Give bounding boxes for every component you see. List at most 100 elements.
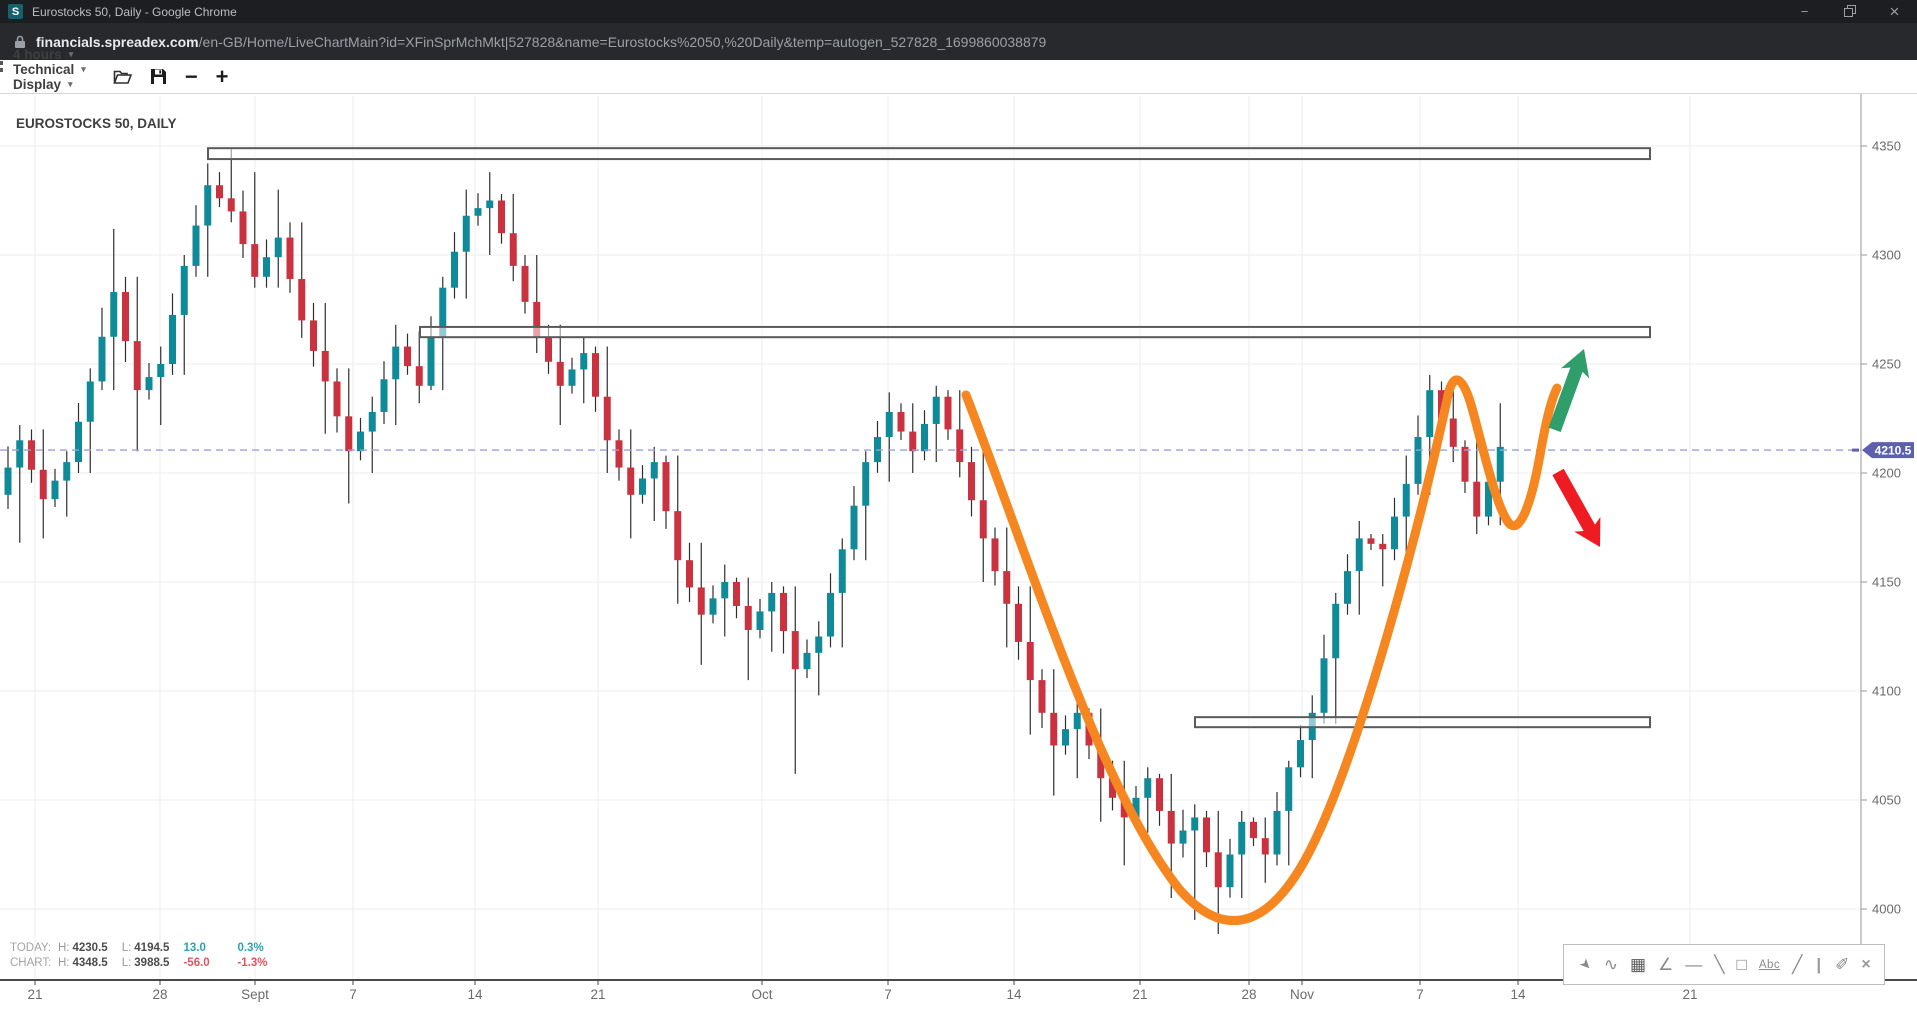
candle xyxy=(5,468,12,495)
candle xyxy=(99,337,106,382)
candle xyxy=(886,412,893,437)
candle xyxy=(616,440,623,467)
candle xyxy=(1379,544,1386,549)
svg-text:4100: 4100 xyxy=(1872,684,1901,699)
address-text[interactable]: financials.spreadex.com/en-GB/Home/LiveC… xyxy=(36,34,1046,50)
svg-text:14: 14 xyxy=(1510,987,1526,1002)
close-toolbar-button[interactable]: × xyxy=(1861,956,1870,974)
candle xyxy=(134,341,141,390)
candle xyxy=(898,412,905,432)
candle xyxy=(52,481,59,500)
candle xyxy=(63,462,70,481)
svg-text:7: 7 xyxy=(349,987,357,1002)
candle xyxy=(945,397,952,430)
candle xyxy=(463,216,470,252)
candle xyxy=(1215,852,1222,887)
candle xyxy=(357,432,364,452)
candle xyxy=(510,233,517,266)
close-button[interactable]: × xyxy=(1872,0,1917,23)
candle xyxy=(40,470,47,499)
drawing-tools-palette: ➤∿▦∠—╲□Abc╱|✐× xyxy=(1563,944,1885,985)
candle xyxy=(639,478,646,494)
restore-button[interactable] xyxy=(1827,0,1872,23)
candle xyxy=(122,292,129,341)
trend-line-tool[interactable]: ╲ xyxy=(1714,955,1724,975)
candle xyxy=(1497,447,1504,482)
candle xyxy=(416,366,423,386)
open-chart-button[interactable] xyxy=(113,69,132,85)
pointer-arrow-tool[interactable]: ➤ xyxy=(1576,954,1596,974)
candle xyxy=(745,606,752,630)
price-chart[interactable]: 435043004250420041504100405040002128Sept… xyxy=(0,94,1917,1014)
zoom-out-button[interactable]: − xyxy=(185,67,198,87)
zoom-in-button[interactable]: + xyxy=(216,67,229,87)
candle xyxy=(710,598,717,614)
svg-text:14: 14 xyxy=(467,987,483,1002)
candle xyxy=(921,424,928,451)
gridlines xyxy=(0,96,1861,980)
candle xyxy=(369,412,376,432)
candle xyxy=(1473,482,1480,517)
candle xyxy=(87,381,94,421)
candle xyxy=(909,432,916,452)
menu-technical[interactable]: Technical▾ xyxy=(13,62,86,77)
minimize-button[interactable]: − xyxy=(1782,0,1827,23)
svg-text:4210.5: 4210.5 xyxy=(1875,444,1912,458)
text-tool[interactable]: Abc xyxy=(1759,959,1780,971)
candle xyxy=(1415,437,1422,484)
candle xyxy=(275,238,282,258)
candle xyxy=(862,462,869,506)
candle xyxy=(815,637,822,653)
candle xyxy=(110,292,117,337)
candle xyxy=(604,397,611,441)
svg-text:4000: 4000 xyxy=(1872,902,1901,917)
candle xyxy=(792,631,799,669)
candle xyxy=(1250,822,1257,838)
candle xyxy=(1321,658,1328,713)
candle xyxy=(1062,729,1069,745)
chart-area[interactable]: 435043004250420041504100405040002128Sept… xyxy=(0,94,1917,1014)
candle xyxy=(1462,447,1469,482)
save-chart-button[interactable] xyxy=(150,68,167,85)
candle xyxy=(451,252,458,288)
support-box[interactable] xyxy=(1195,717,1650,727)
svg-text:28: 28 xyxy=(152,987,167,1002)
candle xyxy=(1344,571,1351,604)
menu-interval[interactable]: 4 hours▾ xyxy=(13,47,86,62)
rectangle-tool[interactable]: □ xyxy=(1737,955,1747,975)
svg-text:7: 7 xyxy=(884,987,892,1002)
candle xyxy=(428,337,435,386)
resistance-box-mid[interactable] xyxy=(420,327,1650,337)
red-down-arrow[interactable] xyxy=(1545,465,1613,555)
candle xyxy=(193,226,200,266)
candle xyxy=(169,315,176,364)
measure-ruler-tool[interactable]: ✐ xyxy=(1835,955,1849,975)
candle xyxy=(216,185,223,198)
fan-lines-tool[interactable]: ∠ xyxy=(1658,955,1673,975)
chevron-down-icon: ▾ xyxy=(81,64,86,75)
svg-text:21: 21 xyxy=(590,987,605,1002)
candle xyxy=(392,347,399,380)
menu-display[interactable]: Display▾ xyxy=(13,77,86,92)
candle xyxy=(1015,604,1022,642)
candle xyxy=(1191,817,1198,830)
candle xyxy=(827,593,834,637)
candle xyxy=(1403,484,1410,517)
time-axis-labels: 2128Sept71421Oct7142128Nov71421 xyxy=(27,980,1697,1002)
candle xyxy=(157,364,164,377)
resistance-box-top[interactable] xyxy=(208,148,1650,159)
svg-text:14: 14 xyxy=(1006,987,1022,1002)
candle xyxy=(404,347,411,367)
candle xyxy=(75,422,82,462)
horizontal-line-tool[interactable]: — xyxy=(1685,955,1702,975)
candle xyxy=(933,397,940,424)
curve-tool[interactable]: ∿ xyxy=(1604,955,1618,975)
candle xyxy=(757,611,764,630)
candle xyxy=(768,593,775,612)
site-favicon: S xyxy=(8,4,23,19)
candle xyxy=(204,185,211,225)
url-bar[interactable]: financials.spreadex.com/en-GB/Home/LiveC… xyxy=(0,23,1917,60)
svg-text:4300: 4300 xyxy=(1872,248,1901,263)
data-table-tool[interactable]: ▦ xyxy=(1630,955,1646,975)
diagonal-line-tool[interactable]: ╱ xyxy=(1792,955,1802,975)
